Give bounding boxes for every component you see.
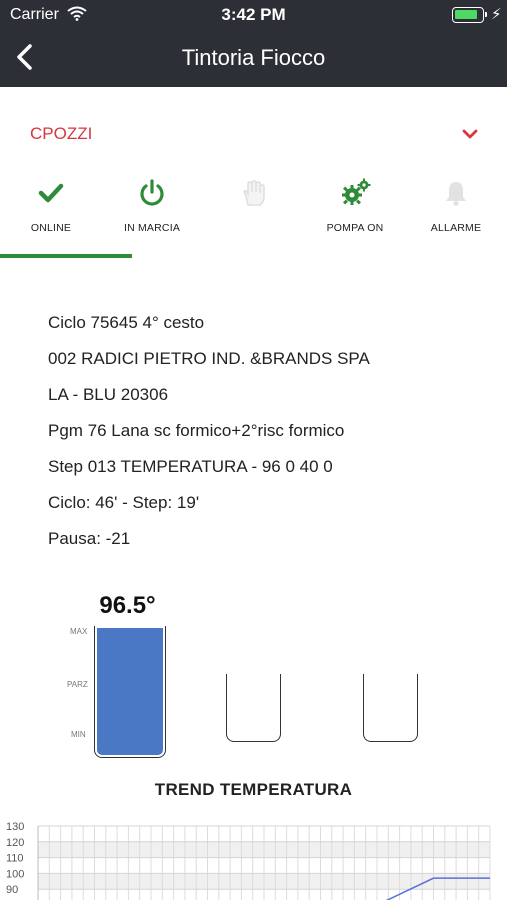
tab-manual[interactable]: [202, 172, 304, 262]
check-icon: [36, 178, 66, 208]
info-line: Pausa: -21: [48, 529, 131, 548]
y-tick-label: 90: [6, 884, 18, 896]
tank-2: [226, 674, 281, 742]
selected-machine: CPOZZI: [30, 124, 93, 143]
tank-levels: 96.5° MAX PARZ MIN: [0, 590, 507, 770]
tank-level-fill: [97, 628, 163, 755]
tab-label: ALLARME: [430, 222, 482, 234]
y-tick-label: 110: [6, 853, 24, 865]
tank-1: [94, 626, 166, 758]
tank-3: [363, 674, 418, 742]
info-line: Ciclo: 46' - Step: 19': [48, 493, 200, 512]
temperature-value: 96.5°: [99, 592, 156, 619]
status-tabs: ONLINE IN MARCIA POMPA ON ALLARME: [0, 172, 507, 262]
info-line: Step 013 TEMPERATURA - 96 0 40 0: [48, 457, 333, 476]
navigation-bar: Tintoria Fiocco: [0, 30, 507, 87]
info-line: Ciclo 75645 4° cesto: [48, 313, 205, 332]
scale-min-label: MIN: [71, 730, 86, 739]
bell-icon: [441, 178, 471, 208]
hand-icon: [238, 178, 268, 208]
page-title: Tintoria Fiocco: [181, 45, 326, 70]
y-tick-label: 130: [6, 821, 24, 833]
power-icon: [137, 178, 167, 208]
tab-pompa-on[interactable]: POMPA ON: [304, 172, 406, 262]
tab-in-marcia[interactable]: IN MARCIA: [101, 172, 203, 262]
clock: 3:42 PM: [221, 5, 286, 24]
gears-icon: [340, 178, 371, 208]
active-tab-indicator: [0, 254, 132, 258]
scale-parz-label: PARZ: [67, 680, 88, 689]
scale-max-label: MAX: [70, 627, 88, 636]
charging-icon: ⚡: [491, 6, 502, 23]
tab-label: IN MARCIA: [123, 222, 181, 234]
tab-label: POMPA ON: [326, 222, 384, 234]
machine-selector[interactable]: CPOZZI: [0, 110, 507, 156]
tab-online[interactable]: ONLINE: [0, 172, 102, 262]
chevron-down-icon[interactable]: [461, 127, 479, 145]
trend-title: TREND TEMPERATURA: [154, 780, 353, 799]
battery-icon: [452, 7, 487, 23]
info-line: Pgm 76 Lana sc formico+2°risc formico: [48, 421, 345, 440]
trend-chart: 130 120 110 100 90: [6, 821, 491, 900]
info-line: LA - BLU 20306: [48, 385, 169, 404]
tab-allarme[interactable]: ALLARME: [405, 172, 507, 262]
tab-label: ONLINE: [30, 222, 72, 234]
y-tick-label: 120: [6, 837, 24, 849]
info-line: 002 RADICI PIETRO IND. &BRANDS SPA: [48, 349, 370, 368]
y-tick-label: 100: [6, 868, 24, 880]
status-bar: Carrier 3:42 PM ⚡: [0, 0, 507, 30]
